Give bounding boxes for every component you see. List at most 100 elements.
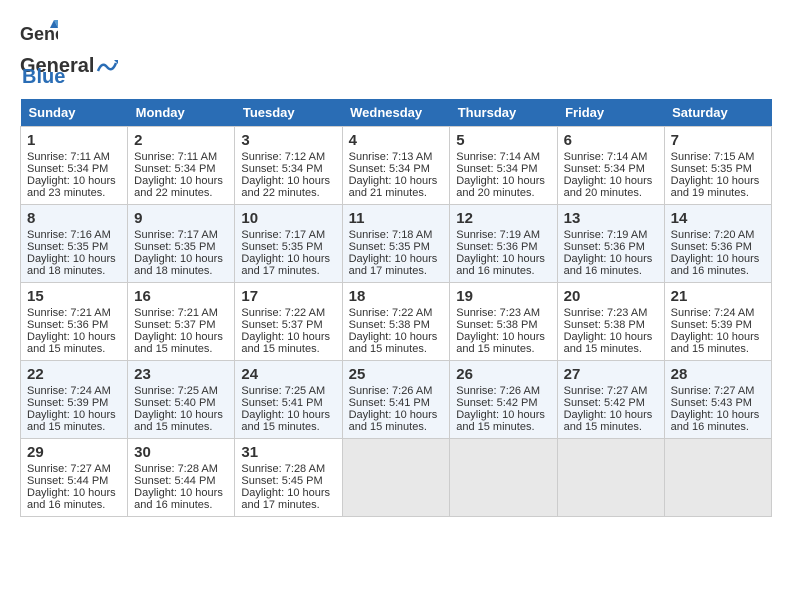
sunset-label: Sunset: 5:35 PM [241, 241, 322, 253]
sunset-label: Sunset: 5:36 PM [27, 319, 108, 331]
sunset-label: Sunset: 5:41 PM [241, 397, 322, 409]
day-number: 8 [27, 210, 121, 227]
sunrise-label: Sunrise: 7:22 AM [349, 307, 433, 319]
week-row-1: 1 Sunrise: 7:11 AM Sunset: 5:34 PM Dayli… [21, 127, 772, 205]
calendar-cell: 10 Sunrise: 7:17 AM Sunset: 5:35 PM Dayl… [235, 205, 342, 283]
daylight-label: Daylight: 10 hours and 18 minutes. [134, 253, 223, 277]
sunrise-label: Sunrise: 7:26 AM [456, 385, 540, 397]
calendar-cell: 19 Sunrise: 7:23 AM Sunset: 5:38 PM Dayl… [450, 283, 557, 361]
sunrise-label: Sunrise: 7:25 AM [241, 385, 325, 397]
daylight-label: Daylight: 10 hours and 16 minutes. [456, 253, 545, 277]
day-header-tuesday: Tuesday [235, 99, 342, 127]
sunset-label: Sunset: 5:42 PM [564, 397, 645, 409]
sunrise-label: Sunrise: 7:26 AM [349, 385, 433, 397]
day-number: 2 [134, 132, 228, 149]
calendar-cell: 9 Sunrise: 7:17 AM Sunset: 5:35 PM Dayli… [128, 205, 235, 283]
sunset-label: Sunset: 5:44 PM [27, 475, 108, 487]
day-header-thursday: Thursday [450, 99, 557, 127]
day-number: 14 [671, 210, 765, 227]
day-number: 29 [27, 444, 121, 461]
day-number: 1 [27, 132, 121, 149]
day-number: 15 [27, 288, 121, 305]
daylight-label: Daylight: 10 hours and 15 minutes. [241, 331, 330, 355]
day-number: 17 [241, 288, 335, 305]
sunrise-label: Sunrise: 7:16 AM [27, 229, 111, 241]
calendar-cell: 29 Sunrise: 7:27 AM Sunset: 5:44 PM Dayl… [21, 439, 128, 517]
sunset-label: Sunset: 5:34 PM [27, 163, 108, 175]
sunrise-label: Sunrise: 7:25 AM [134, 385, 218, 397]
sunset-label: Sunset: 5:35 PM [671, 163, 752, 175]
sunset-label: Sunset: 5:36 PM [564, 241, 645, 253]
daylight-label: Daylight: 10 hours and 16 minutes. [671, 253, 760, 277]
daylight-label: Daylight: 10 hours and 20 minutes. [564, 175, 653, 199]
day-number: 21 [671, 288, 765, 305]
day-number: 25 [349, 366, 444, 383]
sunset-label: Sunset: 5:36 PM [456, 241, 537, 253]
calendar-cell: 20 Sunrise: 7:23 AM Sunset: 5:38 PM Dayl… [557, 283, 664, 361]
sunset-label: Sunset: 5:41 PM [349, 397, 430, 409]
day-number: 10 [241, 210, 335, 227]
week-row-4: 22 Sunrise: 7:24 AM Sunset: 5:39 PM Dayl… [21, 361, 772, 439]
calendar-cell: 8 Sunrise: 7:16 AM Sunset: 5:35 PM Dayli… [21, 205, 128, 283]
sunrise-label: Sunrise: 7:19 AM [564, 229, 648, 241]
day-number: 7 [671, 132, 765, 149]
daylight-label: Daylight: 10 hours and 23 minutes. [27, 175, 116, 199]
day-number: 20 [564, 288, 658, 305]
day-number: 6 [564, 132, 658, 149]
day-number: 13 [564, 210, 658, 227]
daylight-label: Daylight: 10 hours and 16 minutes. [564, 253, 653, 277]
sunrise-label: Sunrise: 7:19 AM [456, 229, 540, 241]
sunrise-label: Sunrise: 7:23 AM [564, 307, 648, 319]
day-number: 5 [456, 132, 550, 149]
sunrise-label: Sunrise: 7:18 AM [349, 229, 433, 241]
sunset-label: Sunset: 5:34 PM [456, 163, 537, 175]
sunrise-label: Sunrise: 7:11 AM [27, 151, 110, 163]
sunrise-label: Sunrise: 7:12 AM [241, 151, 325, 163]
sunrise-label: Sunrise: 7:27 AM [671, 385, 755, 397]
calendar-cell: 30 Sunrise: 7:28 AM Sunset: 5:44 PM Dayl… [128, 439, 235, 517]
sunrise-label: Sunrise: 7:22 AM [241, 307, 325, 319]
daylight-label: Daylight: 10 hours and 15 minutes. [564, 409, 653, 433]
sunrise-label: Sunrise: 7:20 AM [671, 229, 755, 241]
calendar-cell: 14 Sunrise: 7:20 AM Sunset: 5:36 PM Dayl… [664, 205, 771, 283]
sunrise-label: Sunrise: 7:28 AM [241, 463, 325, 475]
sunset-label: Sunset: 5:35 PM [349, 241, 430, 253]
sunrise-label: Sunrise: 7:24 AM [671, 307, 755, 319]
daylight-label: Daylight: 10 hours and 15 minutes. [349, 409, 438, 433]
sunrise-label: Sunrise: 7:27 AM [564, 385, 648, 397]
sunrise-label: Sunrise: 7:11 AM [134, 151, 217, 163]
day-number: 24 [241, 366, 335, 383]
daylight-label: Daylight: 10 hours and 16 minutes. [27, 487, 116, 511]
calendar-cell: 25 Sunrise: 7:26 AM Sunset: 5:41 PM Dayl… [342, 361, 450, 439]
day-number: 9 [134, 210, 228, 227]
sunset-label: Sunset: 5:38 PM [564, 319, 645, 331]
calendar-cell: 22 Sunrise: 7:24 AM Sunset: 5:39 PM Dayl… [21, 361, 128, 439]
day-number: 18 [349, 288, 444, 305]
day-header-friday: Friday [557, 99, 664, 127]
day-number: 27 [564, 366, 658, 383]
page-header: General General Blue [20, 20, 772, 89]
sunrise-label: Sunrise: 7:27 AM [27, 463, 111, 475]
logo-wave-icon [96, 59, 118, 75]
sunset-label: Sunset: 5:45 PM [241, 475, 322, 487]
sunset-label: Sunset: 5:34 PM [349, 163, 430, 175]
calendar-cell: 18 Sunrise: 7:22 AM Sunset: 5:38 PM Dayl… [342, 283, 450, 361]
sunset-label: Sunset: 5:43 PM [671, 397, 752, 409]
sunrise-label: Sunrise: 7:17 AM [134, 229, 218, 241]
sunset-label: Sunset: 5:38 PM [456, 319, 537, 331]
daylight-label: Daylight: 10 hours and 15 minutes. [671, 331, 760, 355]
calendar-cell: 24 Sunrise: 7:25 AM Sunset: 5:41 PM Dayl… [235, 361, 342, 439]
calendar-cell: 27 Sunrise: 7:27 AM Sunset: 5:42 PM Dayl… [557, 361, 664, 439]
week-row-3: 15 Sunrise: 7:21 AM Sunset: 5:36 PM Dayl… [21, 283, 772, 361]
sunrise-label: Sunrise: 7:24 AM [27, 385, 111, 397]
daylight-label: Daylight: 10 hours and 15 minutes. [349, 331, 438, 355]
calendar-cell: 3 Sunrise: 7:12 AM Sunset: 5:34 PM Dayli… [235, 127, 342, 205]
daylight-label: Daylight: 10 hours and 18 minutes. [27, 253, 116, 277]
calendar-cell: 2 Sunrise: 7:11 AM Sunset: 5:34 PM Dayli… [128, 127, 235, 205]
day-number: 3 [241, 132, 335, 149]
calendar-cell [557, 439, 664, 517]
logo-blue: Blue [22, 66, 65, 89]
sunset-label: Sunset: 5:39 PM [671, 319, 752, 331]
week-row-2: 8 Sunrise: 7:16 AM Sunset: 5:35 PM Dayli… [21, 205, 772, 283]
daylight-label: Daylight: 10 hours and 22 minutes. [134, 175, 223, 199]
